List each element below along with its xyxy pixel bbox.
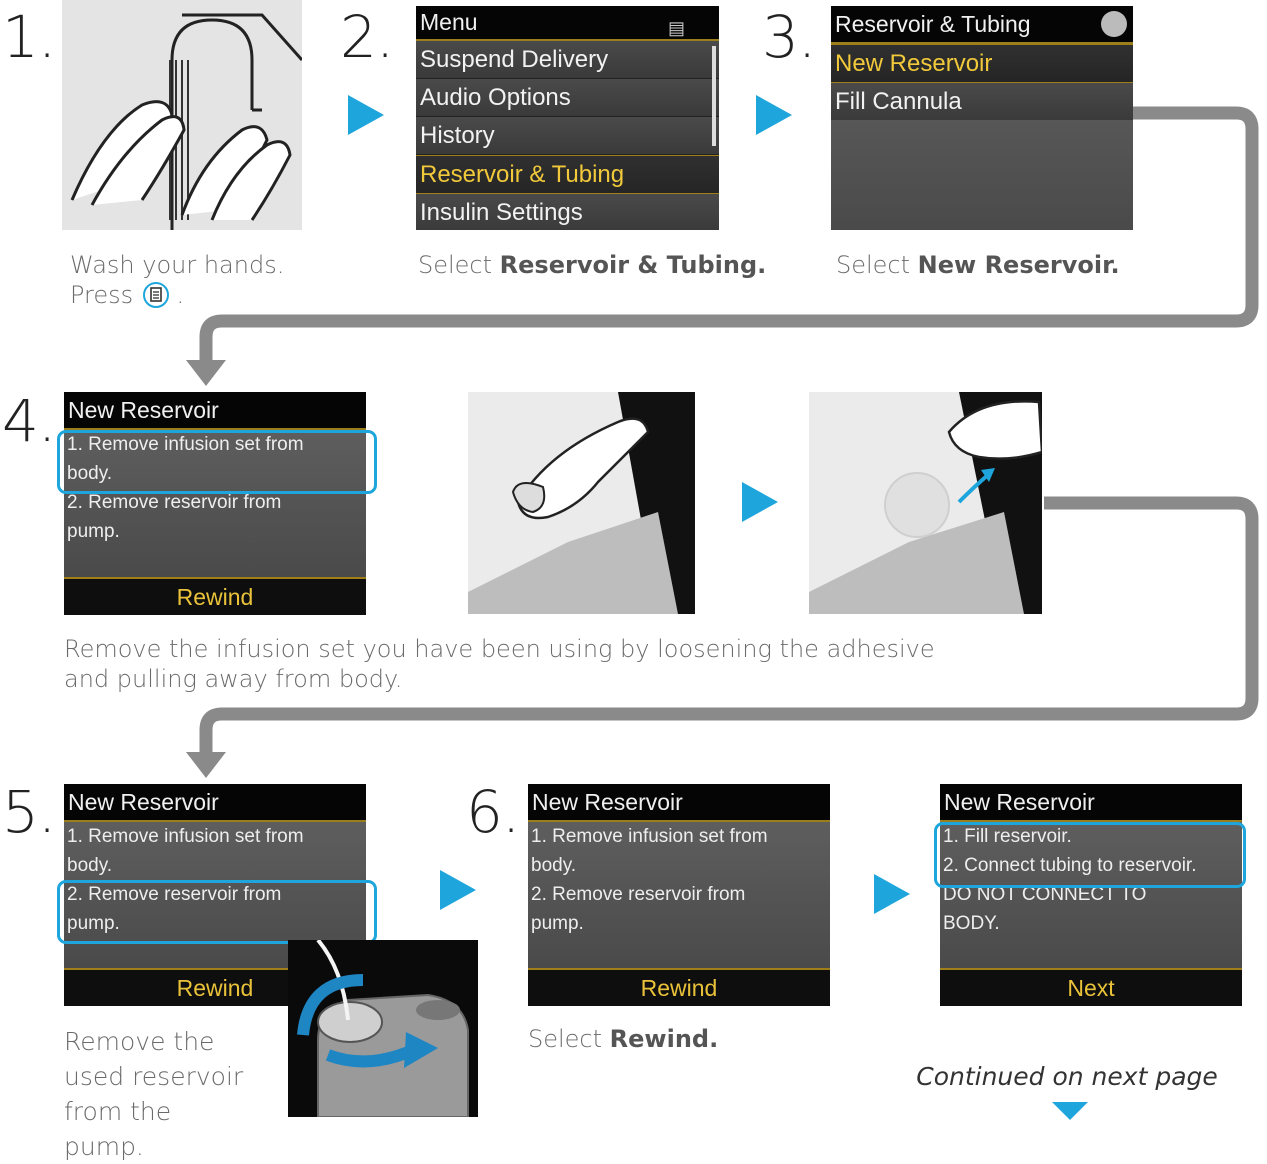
infusion-set-removal-illustration-2 bbox=[809, 392, 1044, 614]
step-6-caption-pre: Select bbox=[528, 1025, 610, 1053]
rewind-button[interactable]: Rewind bbox=[64, 577, 366, 615]
arrow-right-icon bbox=[440, 870, 476, 910]
step-number-5: 5. bbox=[2, 778, 56, 846]
instruction-line-3: 2. Remove reservoir from bbox=[531, 884, 746, 905]
new-reservoir-fill-screen: New Reservoir 1. Fill reservoir. 2. Conn… bbox=[940, 784, 1242, 1006]
step-number-4: 4. bbox=[2, 387, 56, 455]
step-6-caption: Select Rewind. bbox=[528, 1024, 828, 1054]
instruction-line-4: pump. bbox=[531, 913, 584, 934]
arrow-right-icon bbox=[874, 874, 910, 914]
new-reservoir-title: New Reservoir bbox=[940, 784, 1242, 822]
infusion-set-removal-illustration-1 bbox=[468, 392, 695, 614]
new-reservoir-title: New Reservoir bbox=[528, 784, 830, 822]
highlight-box bbox=[934, 822, 1246, 888]
rewind-button[interactable]: Rewind bbox=[528, 968, 830, 1006]
instruction-line-1: 1. Remove infusion set from bbox=[67, 826, 304, 847]
next-button[interactable]: Next bbox=[940, 968, 1242, 1006]
chevron-down-icon bbox=[1052, 1102, 1088, 1120]
step-6-caption-bold: Rewind. bbox=[609, 1025, 719, 1053]
instruction-line-4: BODY. bbox=[943, 913, 1000, 934]
new-reservoir-screen-4: New Reservoir 1. Remove infusion set fro… bbox=[64, 392, 366, 615]
continued-note: Continued on next page bbox=[916, 1062, 1218, 1091]
new-reservoir-title: New Reservoir bbox=[64, 784, 366, 822]
new-reservoir-screen-6: New Reservoir 1. Remove infusion set fro… bbox=[528, 784, 830, 1006]
new-reservoir-title: New Reservoir bbox=[64, 392, 366, 430]
step-4-caption: Remove the infusion set you have been us… bbox=[64, 635, 935, 693]
new-reservoir-instructions: 1. Remove infusion set from body. 2. Rem… bbox=[528, 822, 830, 968]
step-5-caption: Remove the used reservoir from the pump. bbox=[64, 1027, 244, 1161]
arrow-right-icon bbox=[742, 482, 778, 522]
step-number-6: 6. bbox=[466, 778, 520, 846]
instruction-line-2: body. bbox=[67, 855, 113, 876]
highlight-box bbox=[57, 880, 377, 944]
highlight-box bbox=[57, 430, 377, 494]
instruction-line-1: 1. Remove infusion set from bbox=[531, 826, 768, 847]
pump-reservoir-photo bbox=[288, 938, 478, 1118]
instruction-line-4: pump. bbox=[67, 521, 120, 542]
instruction-line-2: body. bbox=[531, 855, 577, 876]
